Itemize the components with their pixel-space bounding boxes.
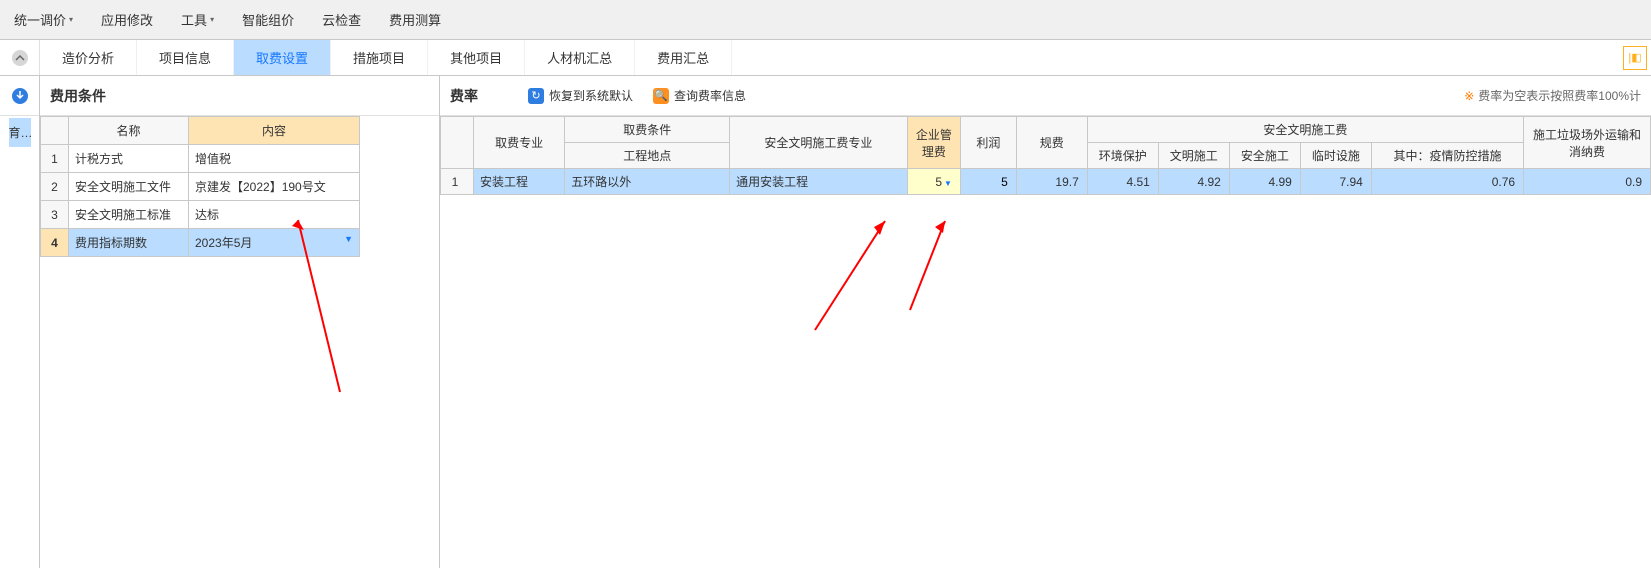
cond-name: 计税方式 [69, 145, 189, 173]
download-circle-icon [11, 87, 29, 105]
rate-h-waste[interactable]: 施工垃圾场外运输和消纳费 [1524, 117, 1651, 169]
cond-header-name: 名称 [69, 117, 189, 145]
cond-content[interactable]: 达标 [189, 201, 360, 229]
rate-gauge[interactable]: 19.7 [1016, 169, 1087, 195]
rate-h-idx [441, 117, 474, 169]
asterisk-icon: ※ [1464, 89, 1474, 103]
cond-content-dropdown[interactable]: 2023年5月▼ [189, 229, 360, 257]
cond-row[interactable]: 3 安全文明施工标准 达标 [41, 201, 360, 229]
rate-row[interactable]: 1 安装工程 五环路以外 通用安装工程 5▼ 5 19.7 4.51 4.92 … [441, 169, 1651, 195]
menu-bar: 统一调价▾ 应用修改 工具▾ 智能组价 云检查 费用测算 [0, 0, 1651, 40]
cond-idx: 1 [41, 145, 69, 173]
menu-tools[interactable]: 工具▾ [167, 0, 228, 39]
cond-idx: 3 [41, 201, 69, 229]
rate-h-civ[interactable]: 文明施工 [1158, 143, 1229, 169]
chevron-down-icon: ▼ [944, 179, 952, 188]
cond-row[interactable]: 1 计税方式 增值税 [41, 145, 360, 173]
query-rate-button[interactable]: 🔍 查询费率信息 [653, 87, 746, 104]
tab-fee-summary[interactable]: 费用汇总 [635, 40, 732, 75]
rate-profit[interactable]: 5 [960, 169, 1016, 195]
collapse-up-button[interactable] [0, 40, 40, 75]
refresh-icon: ↻ [528, 88, 544, 104]
rate-env[interactable]: 4.51 [1087, 169, 1158, 195]
rate-safe[interactable]: 4.99 [1229, 169, 1300, 195]
rate-toolbar: 费率 ↻ 恢复到系统默认 🔍 查询费率信息 ※费率为空表示按照费率100%计 [440, 76, 1651, 116]
cond-header-content: 内容 [189, 117, 360, 145]
download-button[interactable] [0, 76, 39, 116]
search-icon: 🔍 [653, 88, 669, 104]
rate-h-safety-group: 安全文明施工费 [1087, 117, 1523, 143]
menu-smart-group[interactable]: 智能组价 [228, 0, 308, 39]
chevron-down-icon: ▼ [344, 234, 353, 244]
cond-idx: 4 [41, 229, 69, 257]
cond-header-idx [41, 117, 69, 145]
rate-h-safety-major[interactable]: 安全文明施工费专业 [730, 117, 908, 169]
far-left-sidebar: 育… [0, 76, 40, 568]
rate-civ[interactable]: 4.92 [1158, 169, 1229, 195]
rate-waste[interactable]: 0.9 [1524, 169, 1651, 195]
rate-h-env[interactable]: 环境保护 [1087, 143, 1158, 169]
rate-epi[interactable]: 0.76 [1371, 169, 1523, 195]
tab-fee-settings[interactable]: 取费设置 [234, 40, 331, 75]
menu-cloud-check[interactable]: 云检查 [308, 0, 375, 39]
side-tab-yu[interactable]: 育… [9, 118, 31, 147]
rate-loc[interactable]: 五环路以外 [565, 169, 730, 195]
cond-content[interactable]: 增值税 [189, 145, 360, 173]
main-content: 育… 费用条件 名称 内容 1 计税方式 增值税 2 安全文明施工文件 京建发【… [0, 76, 1651, 568]
rate-h-profit[interactable]: 利润 [960, 117, 1016, 169]
rate-h-loc[interactable]: 工程地点 [565, 143, 730, 169]
rate-title: 费率 [450, 86, 478, 106]
rate-h-cond[interactable]: 取费条件 [565, 117, 730, 143]
rate-h-temp[interactable]: 临时设施 [1300, 143, 1371, 169]
restore-default-button[interactable]: ↻ 恢复到系统默认 [528, 87, 633, 104]
rate-h-gauge[interactable]: 规费 [1016, 117, 1087, 169]
fee-condition-table: 名称 内容 1 计税方式 增值税 2 安全文明施工文件 京建发【2022】190… [40, 116, 360, 257]
rate-note: ※费率为空表示按照费率100%计 [1464, 87, 1641, 104]
chevron-up-circle-icon [11, 49, 29, 67]
menu-apply-mod[interactable]: 应用修改 [87, 0, 167, 39]
fee-condition-title: 费用条件 [40, 76, 439, 116]
cond-idx: 2 [41, 173, 69, 201]
tab-project-info[interactable]: 项目信息 [137, 40, 234, 75]
rate-panel: 费率 ↻ 恢复到系统默认 🔍 查询费率信息 ※费率为空表示按照费率100%计 [440, 76, 1651, 568]
menu-cost-calc[interactable]: 费用测算 [375, 0, 455, 39]
panel-toggle-icon: |◧ [1628, 51, 1641, 64]
tab-measure-item[interactable]: 措施项目 [331, 40, 428, 75]
rate-h-mgmt-fee[interactable]: 企业管理费 [907, 117, 960, 169]
menu-unified-price[interactable]: 统一调价▾ [0, 0, 87, 39]
tab-cost-analysis[interactable]: 造价分析 [40, 40, 137, 75]
rate-h-safe[interactable]: 安全施工 [1229, 143, 1300, 169]
cond-name: 安全文明施工文件 [69, 173, 189, 201]
rate-table: 取费专业 取费条件 安全文明施工费专业 企业管理费 利润 规费 安全文明施工费 … [440, 116, 1651, 195]
cond-name: 费用指标期数 [69, 229, 189, 257]
cond-row[interactable]: 4 费用指标期数 2023年5月▼ [41, 229, 360, 257]
tab-material-summary[interactable]: 人材机汇总 [525, 40, 635, 75]
right-panel-toggle-button[interactable]: |◧ [1623, 46, 1647, 70]
tab-other-item[interactable]: 其他项目 [428, 40, 525, 75]
rate-temp[interactable]: 7.94 [1300, 169, 1371, 195]
cond-content[interactable]: 京建发【2022】190号文 [189, 173, 360, 201]
nav-row: 造价分析 项目信息 取费设置 措施项目 其他项目 人材机汇总 费用汇总 |◧ [0, 40, 1651, 76]
rate-mgmt-fee-cell[interactable]: 5▼ [907, 169, 960, 195]
rate-h-major[interactable]: 取费专业 [473, 117, 564, 169]
cond-row[interactable]: 2 安全文明施工文件 京建发【2022】190号文 [41, 173, 360, 201]
rate-idx: 1 [441, 169, 474, 195]
rate-h-epi[interactable]: 其中：疫情防控措施 [1371, 143, 1523, 169]
rate-major[interactable]: 安装工程 [473, 169, 564, 195]
fee-condition-panel: 费用条件 名称 内容 1 计税方式 增值税 2 安全文明施工文件 京建发【202… [40, 76, 440, 568]
cond-name: 安全文明施工标准 [69, 201, 189, 229]
rate-safety-major[interactable]: 通用安装工程 [730, 169, 908, 195]
